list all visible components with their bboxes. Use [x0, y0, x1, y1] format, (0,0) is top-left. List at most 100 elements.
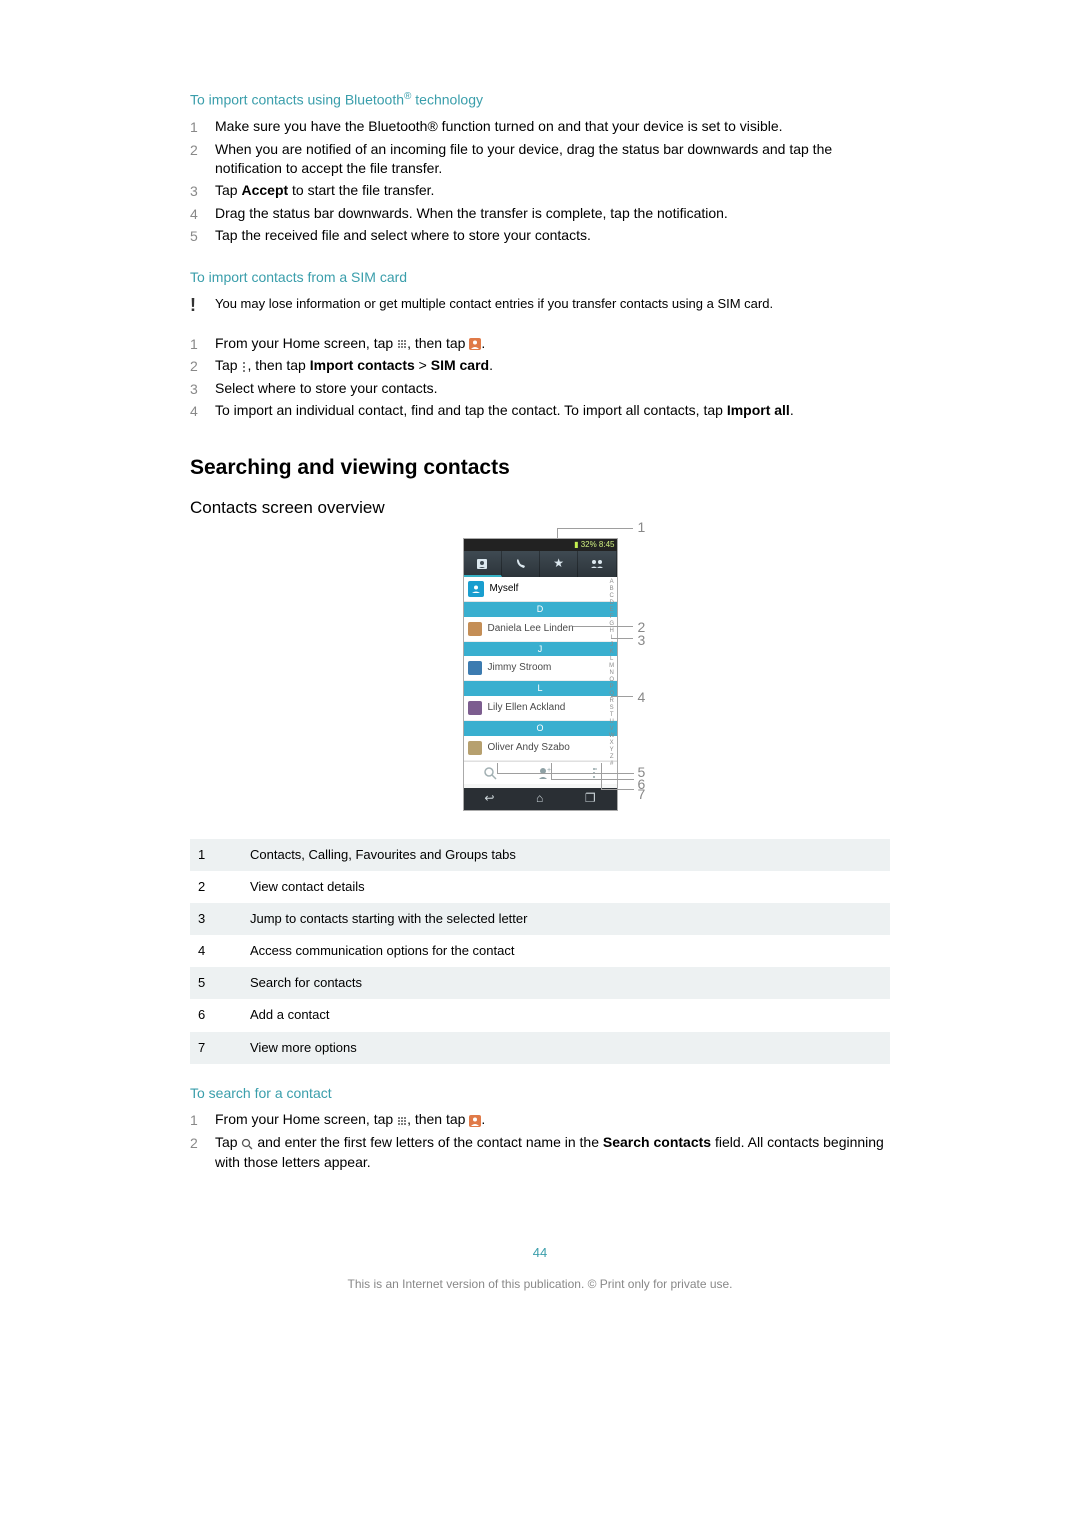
section-letter: O: [464, 721, 617, 736]
section-letter: L: [464, 681, 617, 696]
contact-name: Jimmy Stroom: [488, 661, 552, 675]
table-row: 5Search for contacts: [190, 967, 890, 999]
warning-text: You may lose information or get multiple…: [215, 293, 890, 318]
search-button-icon[interactable]: [483, 764, 497, 781]
legend-num: 3: [190, 903, 242, 935]
phone-tabs: ★: [464, 551, 617, 577]
callout-number: 1: [638, 518, 646, 538]
step-number: 3: [190, 181, 215, 202]
legend-num: 1: [190, 839, 242, 871]
subheading-overview: Contacts screen overview: [190, 496, 890, 520]
legend-text: Jump to contacts starting with the selec…: [242, 903, 890, 935]
table-row: 7View more options: [190, 1032, 890, 1064]
step-text: Tap , then tap Import contacts > SIM car…: [215, 356, 890, 377]
legend-num: 2: [190, 871, 242, 903]
contact-avatar-icon: [468, 701, 482, 715]
table-row: 3Jump to contacts starting with the sele…: [190, 903, 890, 935]
table-row: 1Contacts, Calling, Favourites and Group…: [190, 839, 890, 871]
myself-row[interactable]: Myself: [464, 577, 617, 602]
section-letter: D: [464, 602, 617, 617]
step-number: 4: [190, 401, 215, 422]
recent-icon[interactable]: ❐: [585, 790, 596, 807]
contact-name: Oliver Andy Szabo: [488, 741, 570, 755]
legend-text: View contact details: [242, 871, 890, 903]
callout-number: 4: [638, 688, 646, 708]
step-text: When you are notified of an incoming fil…: [215, 140, 890, 179]
screenshot-diagram: ▮ 32% 8:45 ★ Myself D Daniela Lee Linden…: [190, 538, 890, 810]
legend-num: 6: [190, 999, 242, 1031]
contact-avatar-icon: [468, 661, 482, 675]
contact-row[interactable]: Daniela Lee Linden: [464, 617, 617, 642]
contact-name: Daniela Lee Linden: [488, 622, 574, 636]
legend-text: Contacts, Calling, Favourites and Groups…: [242, 839, 890, 871]
callout-number: 3: [638, 631, 646, 651]
page-number: 44: [190, 1244, 890, 1262]
warning-note: ! You may lose information or get multip…: [190, 293, 890, 318]
heading-import-bluetooth: To import contacts using Bluetooth® tech…: [190, 90, 890, 110]
contacts-app-icon: [469, 1111, 481, 1131]
heading-search-contact: To search for a contact: [190, 1084, 890, 1104]
footer-text: This is an Internet version of this publ…: [190, 1276, 890, 1293]
table-row: 6Add a contact: [190, 999, 890, 1031]
step-text: Tap Accept to start the file transfer.: [215, 181, 890, 202]
apps-grid-icon: [397, 334, 407, 354]
steps-import-bluetooth: 1 Make sure you have the Bluetooth® func…: [190, 116, 890, 248]
contact-row[interactable]: Lily Ellen Ackland: [464, 696, 617, 721]
legend-text: Access communication options for the con…: [242, 935, 890, 967]
legend-num: 5: [190, 967, 242, 999]
android-navbar: ↩ ⌂ ❐: [464, 788, 617, 810]
step-number: 2: [190, 140, 215, 179]
legend-text: Add a contact: [242, 999, 890, 1031]
contact-name: Lily Ellen Ackland: [488, 701, 566, 715]
legend-text: View more options: [242, 1032, 890, 1064]
status-bar: ▮ 32% 8:45: [464, 539, 617, 551]
home-icon[interactable]: ⌂: [536, 790, 543, 807]
step-number: 2: [190, 1133, 215, 1173]
contact-row[interactable]: Jimmy Stroom: [464, 656, 617, 681]
callout-number: 7: [638, 785, 646, 805]
step-text: Tap the received file and select where t…: [215, 226, 890, 247]
contact-avatar-icon: [468, 741, 482, 755]
legend-num: 7: [190, 1032, 242, 1064]
step-text: To import an individual contact, find an…: [215, 401, 890, 422]
contact-row[interactable]: Oliver Andy Szabo: [464, 736, 617, 761]
contact-avatar-icon: [468, 622, 482, 636]
step-number: 4: [190, 204, 215, 225]
avatar-icon: [468, 581, 484, 597]
step-number: 1: [190, 1110, 215, 1131]
table-row: 4Access communication options for the co…: [190, 935, 890, 967]
step-number: 1: [190, 334, 215, 355]
heading-import-sim: To import contacts from a SIM card: [190, 268, 890, 288]
search-icon: [241, 1134, 253, 1154]
tab-contacts-icon[interactable]: [464, 551, 502, 577]
manual-page: To import contacts using Bluetooth® tech…: [0, 0, 1080, 1333]
section-letter: J: [464, 642, 617, 657]
steps-import-sim: 1 From your Home screen, tap , then tap …: [190, 333, 890, 423]
step-number: 1: [190, 117, 215, 138]
tab-favourites-icon[interactable]: ★: [540, 551, 578, 577]
apps-grid-icon: [397, 1111, 407, 1131]
step-text: From your Home screen, tap , then tap .: [215, 1110, 890, 1131]
phone-frame: ▮ 32% 8:45 ★ Myself D Daniela Lee Linden…: [463, 538, 618, 810]
back-icon[interactable]: ↩: [484, 790, 494, 807]
tab-phone-icon[interactable]: [502, 551, 540, 577]
legend-text: Search for contacts: [242, 967, 890, 999]
table-row: 2View contact details: [190, 871, 890, 903]
heading-searching-viewing: Searching and viewing contacts: [190, 453, 890, 482]
contacts-app-icon: [469, 334, 481, 354]
legend-num: 4: [190, 935, 242, 967]
step-number: 5: [190, 226, 215, 247]
steps-search-contact: 1 From your Home screen, tap , then tap …: [190, 1109, 890, 1173]
step-text: Drag the status bar downwards. When the …: [215, 204, 890, 225]
step-text: From your Home screen, tap , then tap .: [215, 334, 890, 355]
step-text: Select where to store your contacts.: [215, 379, 890, 400]
legend-table: 1Contacts, Calling, Favourites and Group…: [190, 839, 890, 1064]
warning-icon: !: [190, 293, 215, 318]
tab-groups-icon[interactable]: [578, 551, 616, 577]
step-number: 2: [190, 356, 215, 377]
step-text: Tap and enter the first few letters of t…: [215, 1133, 890, 1173]
az-index-bar[interactable]: A B C D E F G H I J K L M N O P Q R S T …: [609, 579, 615, 768]
step-number: 3: [190, 379, 215, 400]
step-text: Make sure you have the Bluetooth® functi…: [215, 117, 890, 138]
myself-label: Myself: [490, 582, 519, 596]
